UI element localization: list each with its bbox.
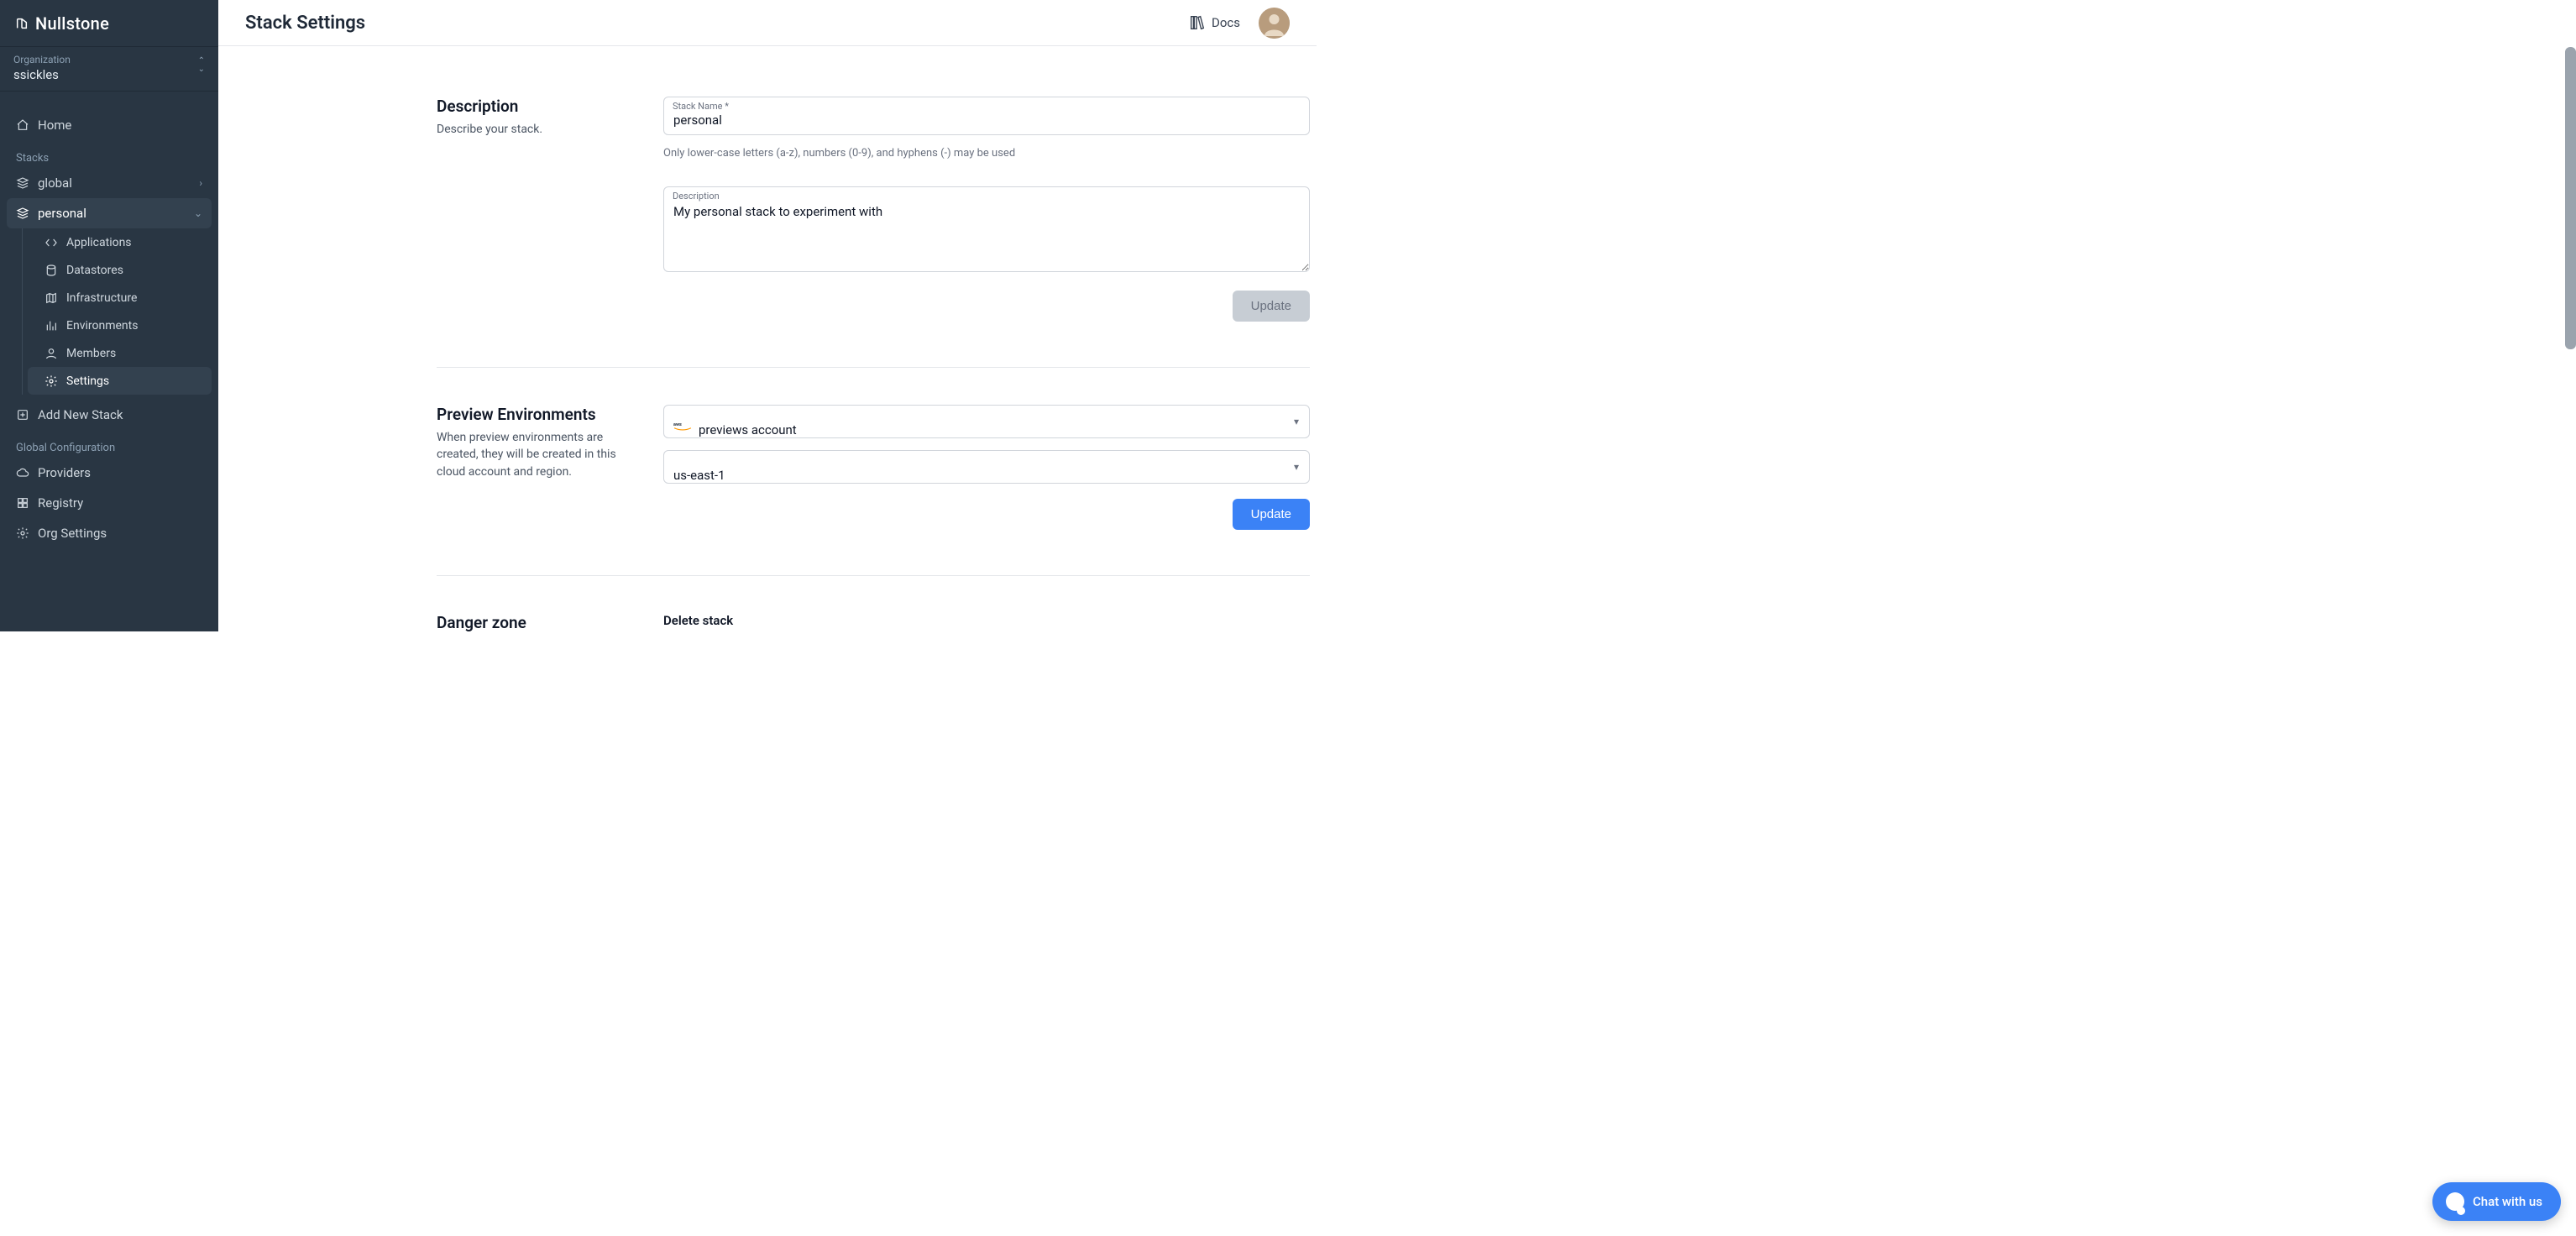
personal-subnav: Applications Datastores Infrastructure E… (22, 228, 212, 395)
chevron-up-down-icon: ⌃⌄ (198, 57, 205, 74)
sidebar-item-personal[interactable]: personal ⌄ (7, 198, 212, 228)
sidebar-sub-settings[interactable]: Settings (28, 367, 212, 395)
provider-select[interactable]: aws previews account ▾ (663, 405, 1310, 438)
chevron-down-icon: ⌄ (194, 207, 202, 219)
sidebar-item-label: Environments (66, 319, 138, 333)
code-icon (45, 236, 58, 249)
sidebar-sub-datastores[interactable]: Datastores (28, 256, 212, 284)
section-title: Description (437, 97, 643, 116)
plus-square-icon (16, 408, 29, 422)
stack-icon (16, 176, 29, 190)
description-field: Description (663, 186, 1310, 275)
delete-stack-title: Delete stack (663, 613, 1310, 628)
section-subtitle: Describe your stack. (437, 121, 643, 138)
sidebar-sub-applications[interactable]: Applications (28, 228, 212, 256)
sidebar-nav: Home Stacks global › personal ⌄ Applicat… (0, 92, 218, 548)
org-selector[interactable]: Organization ssickles ⌃⌄ (0, 46, 218, 92)
add-new-stack[interactable]: Add New Stack (7, 400, 212, 430)
stacks-section-label: Stacks (7, 140, 212, 168)
chart-icon (45, 319, 58, 333)
main: Stack Settings Docs Description (218, 0, 1317, 631)
sidebar-sub-members[interactable]: Members (28, 339, 212, 367)
section-subtitle: When preview environments are created, t… (437, 429, 643, 480)
sidebar-item-label: personal (38, 206, 86, 221)
sidebar-item-registry[interactable]: Registry (7, 488, 212, 518)
update-preview-button[interactable]: Update (1233, 499, 1310, 530)
blocks-icon (16, 496, 29, 510)
chat-icon (2446, 1192, 2464, 1211)
sidebar-item-home[interactable]: Home (7, 110, 212, 140)
sidebar-item-label: Datastores (66, 264, 123, 277)
sidebar-item-label: Settings (66, 374, 109, 388)
chat-widget[interactable]: Chat with us (2432, 1182, 2561, 1221)
section-title: Danger zone (437, 613, 643, 631)
stack-name-help: Only lower-case letters (a-z), numbers (… (663, 147, 1310, 160)
sidebar-item-global[interactable]: global › (7, 168, 212, 198)
region-value: us-east-1 (673, 459, 725, 483)
scrollbar-thumb[interactable] (2565, 47, 2576, 349)
sidebar-item-label: Infrastructure (66, 291, 137, 305)
section-description: Description Describe your stack. Stack N… (437, 97, 1310, 368)
gear-icon (16, 526, 29, 540)
org-label: Organization (13, 54, 205, 65)
books-icon (1188, 13, 1207, 32)
global-config-label: Global Configuration (7, 430, 212, 458)
page-title: Stack Settings (245, 13, 365, 34)
sidebar-item-label: Providers (38, 465, 91, 480)
database-icon (45, 264, 58, 277)
user-icon (45, 347, 58, 360)
section-danger-zone: Danger zone Take caution. You are about … (437, 613, 1310, 631)
sidebar-item-label: Applications (66, 236, 132, 249)
sidebar-sub-infrastructure[interactable]: Infrastructure (28, 284, 212, 312)
sidebar-item-label: Home (38, 118, 71, 133)
brand-name: Nullstone (35, 13, 109, 34)
cloud-icon (16, 466, 29, 479)
chevron-right-icon: › (199, 177, 202, 189)
docs-link[interactable]: Docs (1188, 13, 1240, 32)
gear-icon (45, 374, 58, 388)
topbar: Stack Settings Docs (218, 0, 1317, 46)
svg-text:aws: aws (673, 422, 682, 427)
chat-label: Chat with us (2473, 1194, 2542, 1209)
sidebar-item-label: Add New Stack (38, 407, 123, 422)
update-description-button[interactable]: Update (1233, 291, 1310, 322)
provider-field: Provider * aws previews account ▾ (663, 405, 1310, 438)
stack-icon (16, 207, 29, 220)
nullstone-icon (15, 17, 29, 30)
home-icon (16, 118, 29, 132)
aws-icon: aws (673, 420, 692, 432)
sidebar-item-org-settings[interactable]: Org Settings (7, 518, 212, 548)
brand-logo[interactable]: Nullstone (0, 0, 218, 46)
sidebar-item-label: Members (66, 347, 116, 360)
user-avatar[interactable] (1259, 8, 1290, 39)
sidebar-item-label: global (38, 175, 72, 191)
section-preview-environments: Preview Environments When preview enviro… (437, 405, 1310, 576)
docs-label: Docs (1212, 15, 1240, 30)
section-title: Preview Environments (437, 405, 643, 424)
chevron-down-icon: ▾ (1294, 461, 1299, 473)
sidebar-item-label: Registry (38, 495, 83, 511)
sidebar-item-providers[interactable]: Providers (7, 458, 212, 488)
sidebar: Nullstone Organization ssickles ⌃⌄ Home … (0, 0, 218, 631)
sidebar-item-label: Org Settings (38, 526, 107, 541)
content-scroll[interactable]: Description Describe your stack. Stack N… (218, 46, 1317, 631)
stack-name-field: Stack Name * (663, 97, 1310, 135)
description-input[interactable] (663, 186, 1310, 272)
region-select[interactable]: us-east-1 ▾ (663, 450, 1310, 484)
provider-value: previews account (699, 414, 797, 437)
stack-name-input[interactable] (663, 97, 1310, 135)
sidebar-sub-environments[interactable]: Environments (28, 312, 212, 339)
org-name: ssickles (13, 67, 205, 82)
region-field: Region * us-east-1 ▾ (663, 450, 1310, 484)
chevron-down-icon: ▾ (1294, 416, 1299, 427)
map-icon (45, 291, 58, 305)
